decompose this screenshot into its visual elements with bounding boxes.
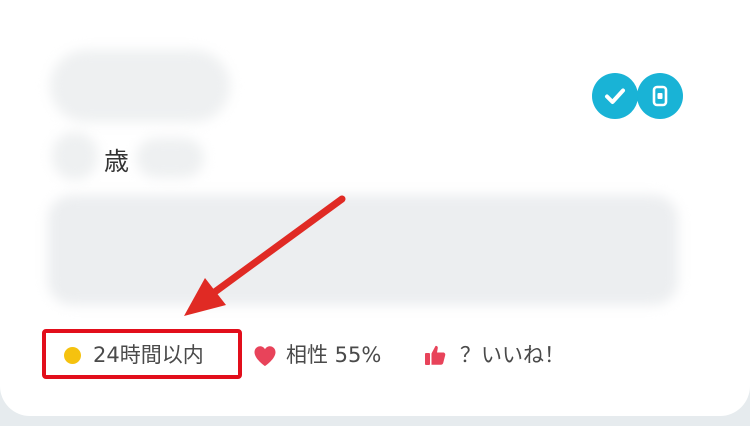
check-icon (605, 88, 625, 104)
likes-label: ？いいね！ (460, 343, 565, 367)
thumbs-up-icon (425, 345, 446, 365)
id-verified-badge[interactable] (637, 73, 683, 119)
id-card-icon (652, 85, 668, 107)
age-suffix-label: 歳 (104, 147, 130, 176)
verified-badge[interactable] (592, 73, 638, 119)
age-redacted (52, 132, 98, 180)
online-dot-icon (64, 347, 81, 364)
location-redacted (136, 138, 204, 178)
bio-redacted (48, 195, 678, 305)
heart-icon (254, 346, 276, 366)
compatibility-label: 相性 55% (286, 343, 382, 367)
name-redacted (50, 50, 230, 122)
last-login-label: 24時間以内 (93, 343, 204, 367)
